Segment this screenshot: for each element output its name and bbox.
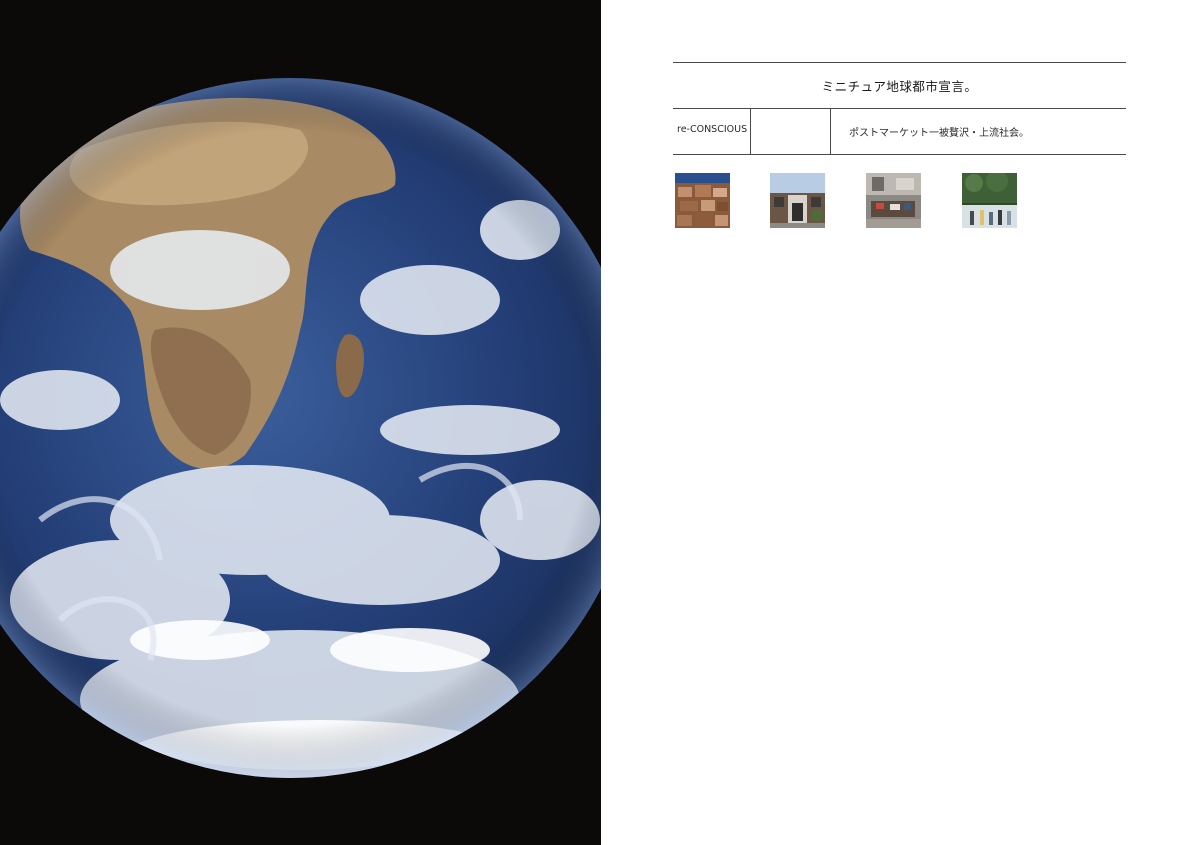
room-interior-photo-icon [866, 173, 921, 228]
thumbnail-1[interactable] [675, 173, 730, 228]
earth-photo-icon [0, 0, 601, 845]
thumbnail-strip [675, 173, 1075, 229]
info-row: re-CONSCIOUS ポストマーケット一被贅沢・上流社会。 [673, 109, 1126, 155]
earth-image-panel [0, 0, 601, 845]
category-label: re-CONSCIOUS [673, 109, 751, 154]
page-title: ミニチュア地球都市宣言。 [673, 62, 1126, 109]
blank-cell [751, 109, 831, 154]
thumbnail-3[interactable] [866, 173, 921, 228]
header-table: ミニチュア地球都市宣言。 re-CONSCIOUS ポストマーケット一被贅沢・上… [673, 62, 1126, 155]
subtitle-text: ポストマーケット一被贅沢・上流社会。 [849, 128, 1029, 139]
people-outdoors-photo-icon [962, 173, 1017, 228]
thumbnail-4[interactable] [962, 173, 1017, 228]
thumbnail-2[interactable] [770, 173, 825, 228]
content-panel: ミニチュア地球都市宣言。 re-CONSCIOUS ポストマーケット一被贅沢・上… [601, 0, 1196, 845]
building-facade-photo-icon [770, 173, 825, 228]
stacked-boxes-photo-icon [675, 173, 730, 228]
